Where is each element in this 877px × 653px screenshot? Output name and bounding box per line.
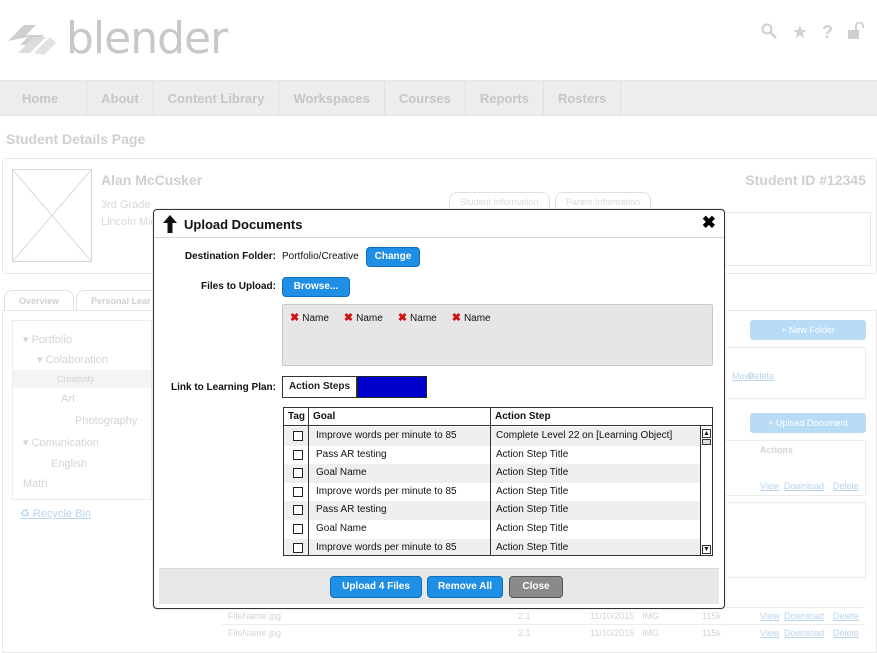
files-list: ✖ Name ✖ Name ✖ Name ✖ Name bbox=[282, 304, 713, 366]
recycle-bin-link[interactable]: ♻ Recycle Bin bbox=[20, 507, 91, 520]
tag-checkbox[interactable] bbox=[293, 468, 303, 479]
tab-overview[interactable]: Overview bbox=[4, 290, 75, 310]
tab-action-steps[interactable]: Action Steps bbox=[282, 376, 357, 398]
folder-tree: ▾ Portfolio ▾ Colaboration Creativity Ar… bbox=[12, 320, 152, 500]
student-name: Alan McCusker bbox=[101, 172, 203, 188]
tree-item-creativity[interactable]: Creativity bbox=[13, 370, 151, 388]
tree-item-math[interactable]: Math bbox=[23, 478, 47, 490]
destination-label: Destination Folder: bbox=[184, 251, 276, 262]
destination-value: Portfolio/Creative bbox=[282, 251, 359, 262]
upload-documents-dialog: Upload Documents ✖ Destination Folder: P… bbox=[153, 209, 725, 609]
column-divider bbox=[490, 408, 491, 555]
table-row: FileName.jpg 2.1 11/10/2015 IMG 115k Vie… bbox=[222, 624, 865, 642]
remove-file-icon[interactable]: ✖ bbox=[290, 312, 299, 324]
star-icon[interactable]: ★ bbox=[792, 22, 808, 43]
table-row: Goal Name Action Step Title bbox=[284, 520, 700, 539]
remove-file-icon[interactable]: ✖ bbox=[344, 312, 353, 324]
tree-item-photography[interactable]: Photography bbox=[75, 415, 137, 427]
upload-arrow-icon bbox=[163, 215, 177, 233]
tag-checkbox[interactable] bbox=[293, 486, 303, 497]
dialog-header: Upload Documents ✖ bbox=[154, 210, 724, 238]
lower-tabs: Overview Personal Lear bbox=[4, 290, 168, 310]
brand-logo: blender bbox=[4, 13, 228, 64]
table-scrollbar[interactable]: ▲ ▼ bbox=[700, 426, 712, 555]
new-folder-button[interactable]: + New Folder bbox=[750, 320, 866, 340]
tree-item-colaboration[interactable]: ▾ Colaboration bbox=[37, 353, 108, 366]
help-icon[interactable]: ? bbox=[822, 22, 833, 43]
upload-files-button[interactable]: Upload 4 Files bbox=[330, 576, 422, 598]
file-chip: ✖ Name bbox=[290, 312, 329, 324]
actions-header: Actions bbox=[760, 445, 794, 455]
table-row: Improve words per minute to 85 Action St… bbox=[284, 538, 700, 555]
header-goal: Goal bbox=[313, 411, 336, 422]
view-link[interactable]: View bbox=[760, 481, 779, 491]
dialog-footer: Upload 4 Files Remove All Close bbox=[159, 568, 719, 604]
nav-reports[interactable]: Reports bbox=[466, 81, 544, 116]
remove-file-icon[interactable]: ✖ bbox=[452, 312, 461, 324]
goal-table: Tag Goal Action Step Improve words per m… bbox=[283, 407, 713, 556]
nav-home[interactable]: Home bbox=[0, 81, 88, 116]
search-icon[interactable] bbox=[760, 22, 778, 40]
header-action-step: Action Step bbox=[495, 411, 551, 422]
main-nav: Home About Content Library Workspaces Co… bbox=[0, 80, 877, 116]
tree-item-art[interactable]: Art bbox=[61, 393, 75, 405]
tag-checkbox[interactable] bbox=[293, 431, 303, 441]
tab-action-steps-selected[interactable] bbox=[357, 376, 427, 398]
file-chip: ✖ Name bbox=[343, 312, 383, 324]
student-grade: 3rd Grade bbox=[101, 199, 151, 211]
blender-logo-icon bbox=[8, 25, 56, 55]
tab-parent-information[interactable]: Parent Information bbox=[555, 192, 652, 210]
page-title: Student Details Page bbox=[6, 131, 146, 147]
student-id: Student ID #12345 bbox=[745, 172, 866, 188]
link-learning-plan-label: Link to Learning Plan: bbox=[170, 382, 276, 393]
close-icon[interactable]: ✖ bbox=[702, 213, 716, 233]
download-link[interactable]: Download bbox=[784, 481, 824, 491]
preview-box bbox=[724, 502, 866, 578]
table-row: FileName.jpg 2.1 11/10/2015 IMG 115k Vie… bbox=[222, 607, 865, 625]
scroll-up-icon[interactable]: ▲ bbox=[702, 429, 711, 438]
table-row: Pass AR testing Action Step Title bbox=[284, 501, 700, 520]
upload-document-button[interactable]: + Upload Document bbox=[750, 413, 866, 433]
file-chip: ✖ Name bbox=[451, 312, 491, 324]
tab-student-information[interactable]: Student Information bbox=[449, 192, 550, 210]
remove-all-button[interactable]: Remove All bbox=[427, 576, 503, 598]
table-header: Tag Goal Action Step bbox=[284, 408, 712, 426]
nav-workspaces[interactable]: Workspaces bbox=[279, 81, 385, 116]
table-row: Goal Name Action Step Title bbox=[284, 464, 700, 483]
lock-icon[interactable] bbox=[847, 22, 865, 40]
tree-item-portfolio[interactable]: ▾ Portfolio bbox=[23, 333, 72, 346]
nav-rosters[interactable]: Rosters bbox=[544, 81, 622, 116]
tag-checkbox[interactable] bbox=[293, 505, 303, 516]
tag-checkbox[interactable] bbox=[293, 449, 303, 460]
table-row: Improve words per minute to 85 Action St… bbox=[284, 483, 700, 502]
nav-courses[interactable]: Courses bbox=[385, 81, 466, 116]
remove-file-icon[interactable]: ✖ bbox=[398, 312, 407, 324]
files-to-upload-label: Files to Upload: bbox=[201, 281, 276, 292]
delete-link[interactable]: Delete bbox=[748, 371, 774, 381]
header-tag: Tag bbox=[288, 411, 306, 422]
tag-checkbox[interactable] bbox=[293, 524, 303, 534]
dialog-title: Upload Documents bbox=[184, 217, 303, 232]
browse-button[interactable]: Browse... bbox=[282, 277, 350, 297]
scroll-down-icon[interactable]: ▼ bbox=[702, 545, 711, 554]
table-row: Pass AR testing Action Step Title bbox=[284, 446, 700, 465]
brand-name: blender bbox=[66, 13, 228, 64]
close-button[interactable]: Close bbox=[509, 576, 563, 598]
table-row: Improve words per minute to 85 Complete … bbox=[284, 427, 700, 446]
nav-about[interactable]: About bbox=[87, 81, 154, 116]
student-school: Lincoln Mid bbox=[101, 216, 157, 228]
nav-content-library[interactable]: Content Library bbox=[154, 81, 280, 116]
file-chip: ✖ Name bbox=[397, 312, 437, 324]
tag-checkbox[interactable] bbox=[293, 542, 303, 553]
scroll-thumb[interactable] bbox=[702, 439, 711, 445]
avatar-placeholder bbox=[12, 169, 92, 262]
tree-item-comunication[interactable]: ▾ Comunication bbox=[23, 436, 99, 449]
column-divider bbox=[308, 408, 309, 555]
change-button[interactable]: Change bbox=[366, 247, 420, 267]
delete-file-link[interactable]: Delete bbox=[833, 481, 859, 491]
top-icons: ★ ? bbox=[760, 22, 865, 43]
tree-item-english[interactable]: English bbox=[51, 458, 87, 470]
